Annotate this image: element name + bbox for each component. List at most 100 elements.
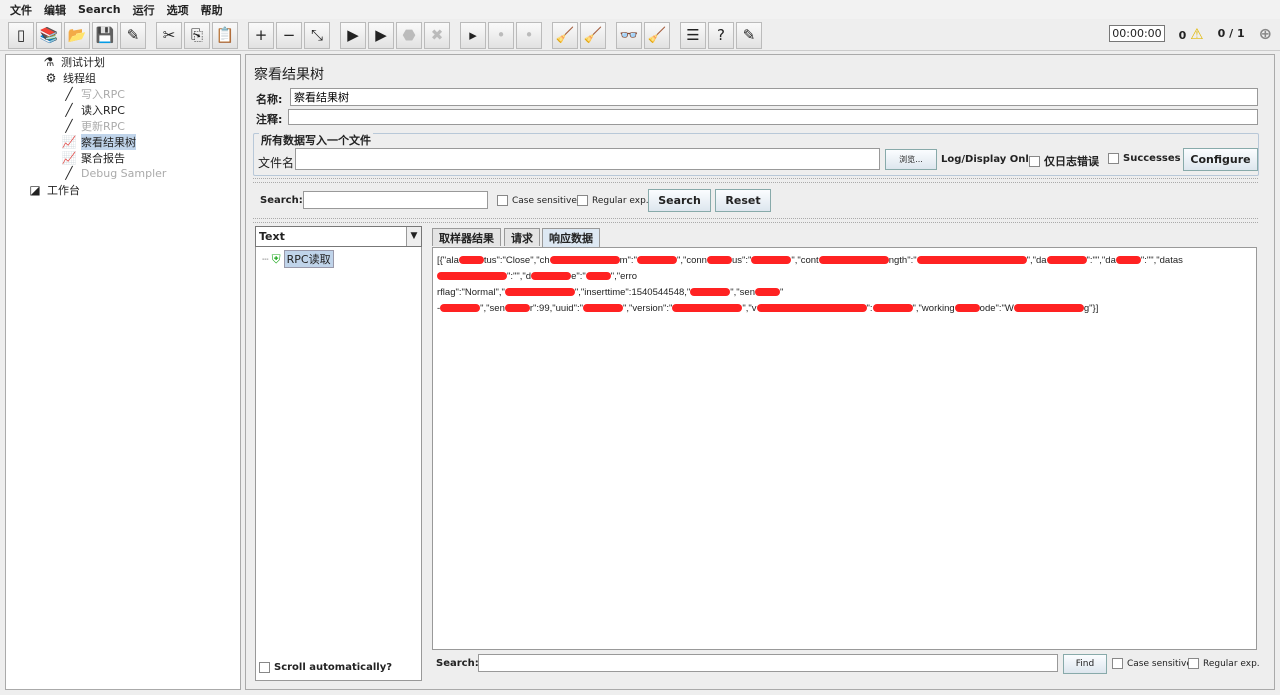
menu-item[interactable]: 运行: [133, 2, 155, 18]
splitter[interactable]: [253, 218, 1258, 223]
open-icon: 📂: [67, 26, 87, 44]
find-regex-checkbox[interactable]: Regular exp.: [1188, 658, 1260, 669]
response-text: ode":"W: [979, 303, 1014, 314]
remote-shutdown-button[interactable]: •: [516, 21, 542, 49]
filename-input[interactable]: [295, 148, 880, 170]
tree-node[interactable]: 📈 察看结果树: [61, 134, 136, 150]
redaction-mark: [585, 272, 611, 281]
name-input[interactable]: [290, 88, 1258, 106]
regex-checkbox[interactable]: Regular exp.: [577, 195, 649, 206]
browse-button[interactable]: 浏览...: [885, 149, 937, 170]
tab-1[interactable]: 请求: [504, 228, 540, 246]
response-text: ","da: [1026, 255, 1047, 266]
tree-node[interactable]: 📈 聚合报告: [61, 150, 125, 166]
clear-button[interactable]: 🧹: [552, 21, 578, 49]
save-button[interactable]: 💾: [92, 21, 118, 49]
open-button[interactable]: 📂: [64, 21, 90, 49]
tree-node[interactable]: ◪ 工作台: [27, 182, 80, 198]
copy-button[interactable]: ⎘: [184, 21, 210, 49]
templates-button[interactable]: 📚: [36, 21, 62, 49]
search-button[interactable]: Search: [648, 189, 711, 212]
renderer-value: Text: [259, 230, 285, 243]
reset-button[interactable]: Reset: [715, 189, 771, 212]
find-input[interactable]: [478, 654, 1058, 672]
function-helper-button[interactable]: ☰: [680, 21, 706, 49]
case-sensitive-checkbox[interactable]: Case sensitive: [497, 195, 577, 206]
tree-node[interactable]: ╱ 读入RPC: [61, 102, 125, 118]
splitter[interactable]: [253, 178, 1258, 183]
templates-icon: 📚: [39, 26, 59, 44]
tab-0[interactable]: 取样器结果: [432, 228, 501, 246]
help-button[interactable]: ?: [708, 21, 734, 49]
search-input[interactable]: [303, 191, 488, 209]
scroll-auto-checkbox[interactable]: Scroll automatically?: [259, 662, 392, 673]
clear-all-button[interactable]: 🧹: [580, 21, 606, 49]
remote-stop-button[interactable]: •: [488, 21, 514, 49]
save-as-button[interactable]: ✎: [120, 21, 146, 49]
expand-button[interactable]: +: [248, 21, 274, 49]
response-text: ","sen: [480, 303, 505, 314]
tree-node[interactable]: ╱ Debug Sampler: [61, 166, 166, 180]
reset-search-button[interactable]: 🧹: [644, 21, 670, 49]
response-text: ","sen: [730, 287, 755, 298]
file-group-title: 所有数据写入一个文件: [259, 132, 373, 148]
menu-item[interactable]: 编辑: [44, 2, 66, 18]
toggle-button[interactable]: ⤡: [304, 21, 330, 49]
collapse-button[interactable]: −: [276, 21, 302, 49]
start-button[interactable]: ▶: [340, 21, 366, 49]
tree-node[interactable]: ╱ 写入RPC: [61, 86, 125, 102]
remote-shutdown-icon: •: [524, 26, 534, 44]
redaction-mark: [954, 304, 980, 313]
name-label: 名称:: [256, 93, 283, 106]
find-button[interactable]: Find: [1063, 654, 1107, 674]
reset-search-icon: 🧹: [647, 26, 667, 44]
response-text: g"}]: [1083, 303, 1099, 314]
result-item[interactable]: ┄ ⛨ RPC读取: [262, 250, 334, 268]
clear-all-icon: 🧹: [583, 26, 603, 44]
find-case-label: Case sensitive: [1127, 658, 1192, 669]
tab-2[interactable]: 响应数据: [542, 228, 600, 247]
menu-item[interactable]: 帮助: [201, 2, 223, 18]
comment-input[interactable]: [288, 109, 1258, 125]
paste-button[interactable]: 📋: [212, 21, 238, 49]
menu-item[interactable]: Search: [78, 3, 121, 16]
successes-checkbox[interactable]: Successes: [1108, 153, 1181, 164]
errors-only-checkbox[interactable]: 仅日志错误: [1029, 153, 1099, 169]
tree-node[interactable]: ⚗ 测试计划: [41, 54, 105, 70]
warning-icon: ⚠: [1190, 24, 1204, 43]
fullscreen-icon[interactable]: ⊕: [1259, 24, 1272, 43]
redaction-mark: [1046, 256, 1087, 265]
renderer-select[interactable]: Text ▼: [255, 226, 422, 247]
tree-node-label: 线程组: [63, 72, 96, 85]
remote-start-button[interactable]: ▸: [460, 21, 486, 49]
menu-item[interactable]: 选项: [167, 2, 189, 18]
test-plan-tree: ⚗ 测试计划 ⚙ 线程组 ╱ 写入RPC ╱ 读入RPC ╱ 更新RPC 📈 察看结果树 📈 聚合报告 ╱ D…: [5, 54, 241, 690]
log-icon: ✎: [742, 26, 756, 44]
response-text: ":"","datas: [1140, 255, 1183, 266]
response-text: ","v: [742, 303, 757, 314]
find-case-checkbox[interactable]: Case sensitive: [1112, 658, 1192, 669]
configure-button[interactable]: Configure: [1183, 148, 1258, 171]
menu-item[interactable]: 文件: [10, 2, 32, 18]
redaction-mark: [440, 304, 481, 313]
start-no-pause-icon: ▶: [375, 26, 387, 44]
tree-node[interactable]: ⚙ 线程组: [43, 70, 96, 86]
regex-label: Regular exp.: [592, 195, 649, 206]
response-text: ": [780, 287, 784, 298]
stop-button[interactable]: ⬣: [396, 21, 422, 49]
comment-label: 注释:: [256, 113, 283, 126]
response-text: ","conn: [676, 255, 707, 266]
response-data-text[interactable]: [{"ala tus":"Close","ch m":" ","conn us":" ",…: [432, 247, 1257, 650]
paste-icon: 📋: [215, 26, 235, 44]
tree-node[interactable]: ╱ 更新RPC: [61, 118, 125, 134]
new-button[interactable]: ▯: [8, 21, 34, 49]
menu-bar: 文件 编辑 Search 运行 选项 帮助: [0, 0, 1280, 19]
function-helper-icon: ☰: [686, 26, 700, 44]
start-no-pause-button[interactable]: ▶: [368, 21, 394, 49]
new-icon: ▯: [16, 26, 26, 44]
redaction-mark: [437, 272, 507, 281]
search-binoculars-button[interactable]: 👓: [616, 21, 642, 49]
log-button[interactable]: ✎: [736, 21, 762, 49]
shutdown-button[interactable]: ✖: [424, 21, 450, 49]
cut-button[interactable]: ✂: [156, 21, 182, 49]
